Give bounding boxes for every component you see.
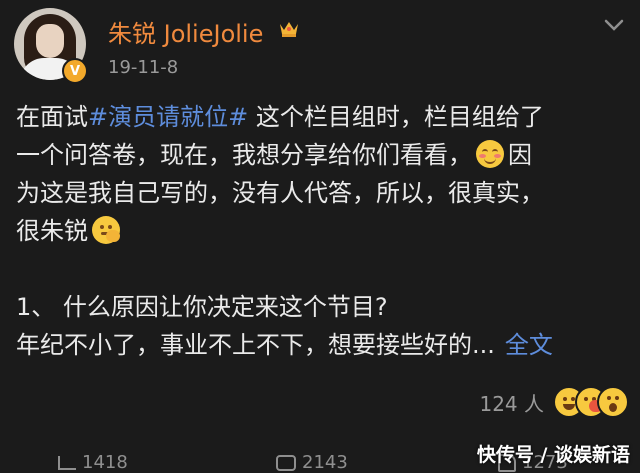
text-segment: 为这是我自己写的，没有人代答，所以，很真实， xyxy=(16,179,544,207)
post-header: V 朱锐 JolieJolie 19-11-8 xyxy=(0,0,640,95)
likes-count[interactable]: 124 人 xyxy=(479,388,544,417)
text-segment: 这个栏目组时，栏目组给了 xyxy=(248,103,544,131)
share-button[interactable]: 1418 xyxy=(58,452,128,473)
content-line: 一个问答卷，现在，我想分享给你们看看， 因 xyxy=(16,136,628,174)
content-line: 为这是我自己写的，没有人代答，所以，很真实， xyxy=(16,174,628,212)
answer-line: 年纪不小了，事业不上不下，想要接些好的... 全文 xyxy=(16,326,628,364)
text-segment: 1、 什么原因让你决定来这个节目? xyxy=(16,293,388,321)
comment-icon xyxy=(276,454,296,471)
likes-row: 124 人 xyxy=(0,384,640,420)
username[interactable]: 朱锐 JolieJolie xyxy=(108,14,263,49)
chevron-down-icon[interactable] xyxy=(602,16,626,34)
comment-button[interactable]: 2143 xyxy=(276,452,348,473)
verified-badge-icon: V xyxy=(62,58,88,84)
text-segment: 年纪不小了，事业不上不下，想要接些好的 xyxy=(16,331,472,359)
reaction-icons[interactable] xyxy=(553,384,629,418)
content-line: 在面试#演员请就位# 这个栏目组时，栏目组给了 xyxy=(16,98,628,136)
post-content: 在面试#演员请就位# 这个栏目组时，栏目组给了 一个问答卷，现在，我想分享给你们… xyxy=(16,98,628,364)
text-segment: 因 xyxy=(508,141,532,169)
full-text-link[interactable]: 全文 xyxy=(505,331,553,359)
crown-icon xyxy=(280,22,298,37)
watermark: 快传号 / 谈娱新语 xyxy=(476,444,630,466)
surprised-icon xyxy=(597,386,629,418)
text-segment: 在面试 xyxy=(16,103,88,131)
topic-link[interactable]: #演员请就位# xyxy=(88,103,248,131)
share-icon xyxy=(58,455,76,470)
thinking-emoji-icon xyxy=(92,216,120,244)
comment-count: 2143 xyxy=(302,452,348,473)
content-line: 很朱锐 xyxy=(16,212,628,250)
text-segment: 一个问答卷，现在，我想分享给你们看看， xyxy=(16,141,472,169)
share-count: 1418 xyxy=(82,452,128,473)
text-segment: 很朱锐 xyxy=(16,217,88,245)
post-timestamp: 19-11-8 xyxy=(108,57,179,78)
ellipsis: ... xyxy=(472,331,495,359)
blush-emoji-icon xyxy=(476,140,504,168)
question-line: 1、 什么原因让你决定来这个节目? xyxy=(16,288,628,326)
